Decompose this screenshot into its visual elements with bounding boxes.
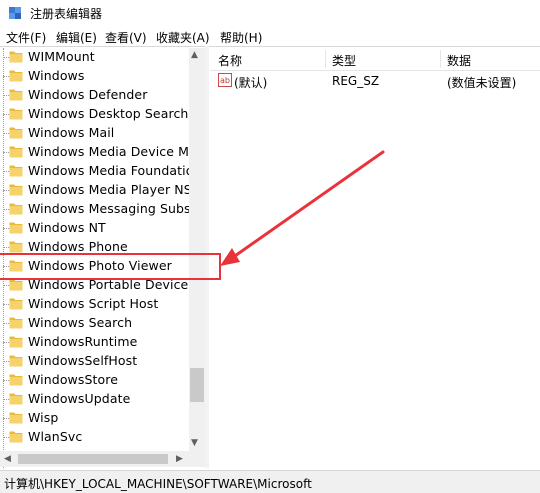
annotation-arrow	[220, 150, 385, 266]
